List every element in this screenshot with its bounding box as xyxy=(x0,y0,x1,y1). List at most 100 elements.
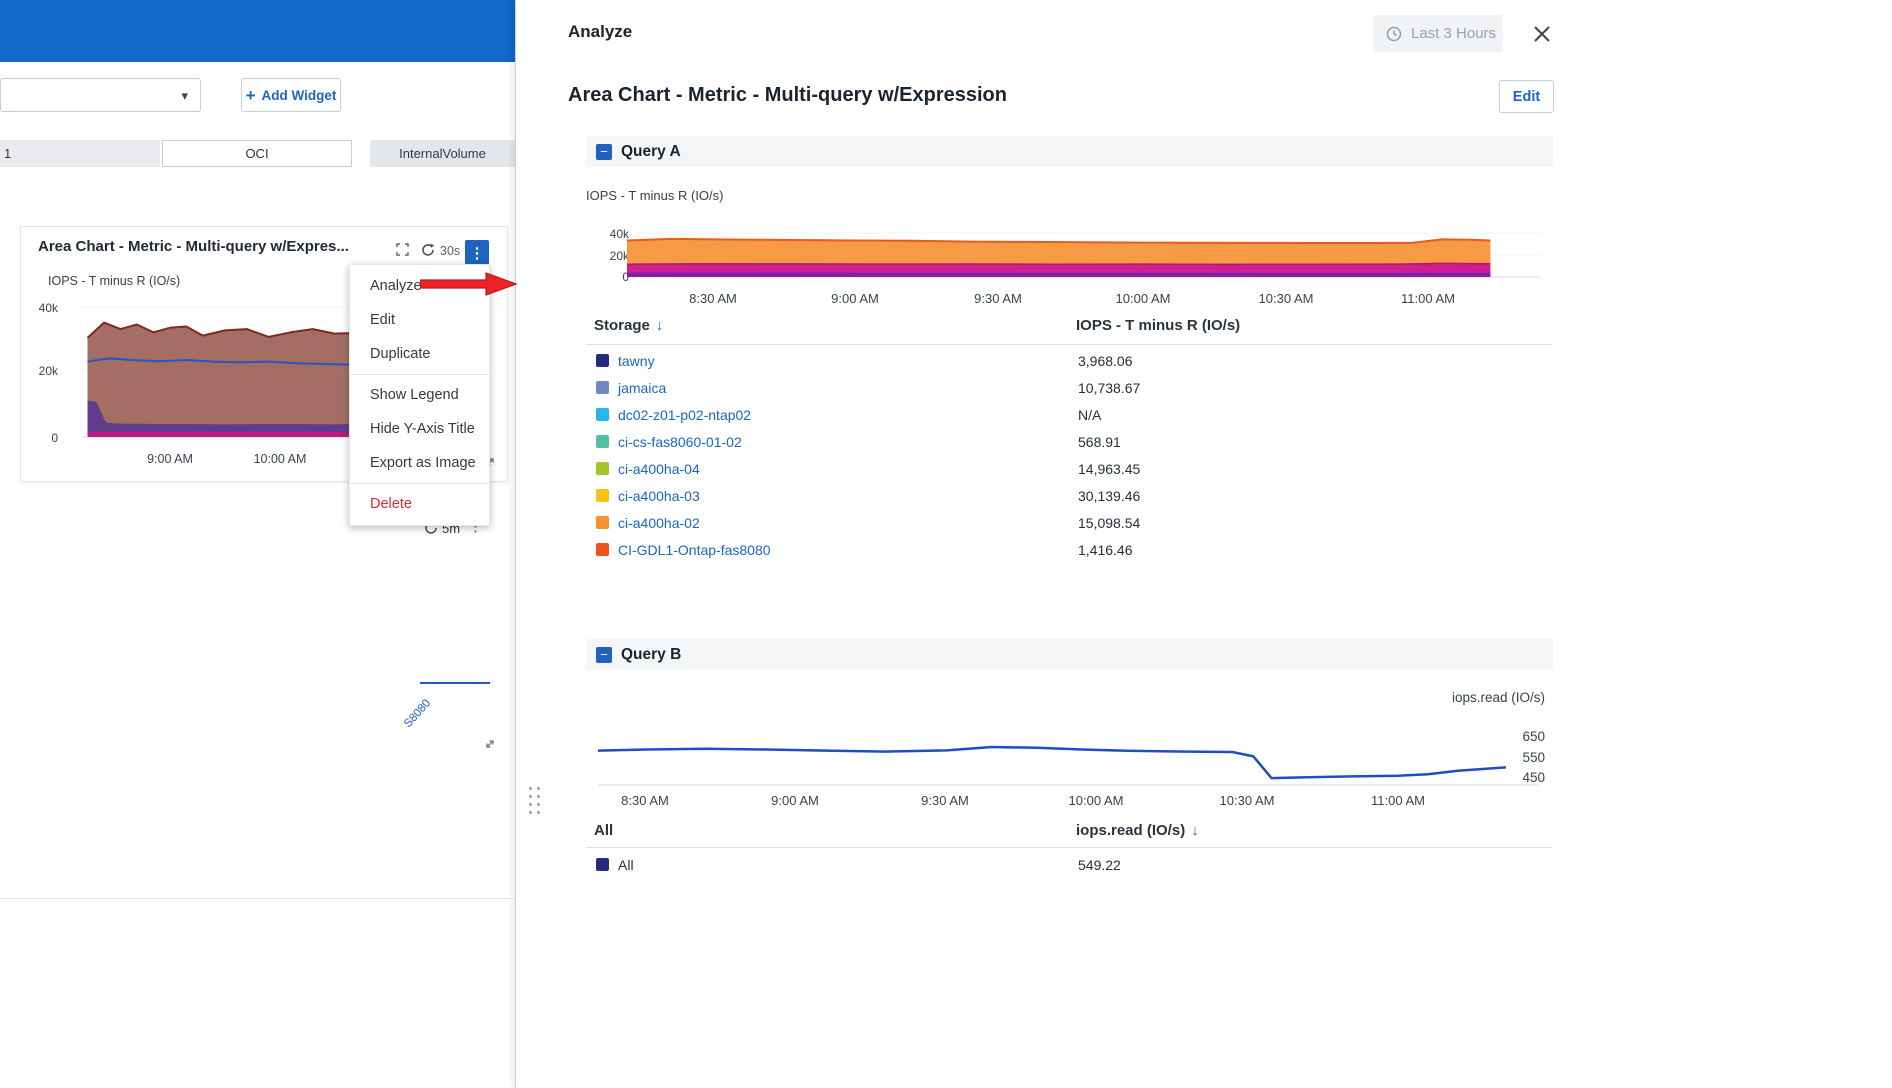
table-row: ci-a400ha-0330,139.46 xyxy=(586,482,1553,509)
storage-link[interactable]: dc02-z01-p02-ntap02 xyxy=(618,407,1078,423)
query-a-rows: tawny3,968.06jamaica10,738.67dc02-z01-p0… xyxy=(586,347,1553,563)
top-nav-bar xyxy=(0,0,515,62)
caret-down-icon: ▾ xyxy=(181,89,188,102)
query-a-label: Query A xyxy=(621,143,681,161)
collapse-button[interactable]: − xyxy=(596,144,612,160)
query-a-header: − Query A xyxy=(586,136,1553,167)
collapse-button[interactable]: − xyxy=(596,647,612,663)
y-axis-tick: 450 xyxy=(1505,770,1545,785)
series-color-swatch xyxy=(596,462,609,475)
sort-down-icon[interactable]: ↓ xyxy=(1191,822,1199,839)
widget2-axis-label: S8080 xyxy=(402,697,433,730)
series-color-swatch xyxy=(596,435,609,448)
storage-link[interactable]: tawny xyxy=(618,353,1078,369)
query-b-chart xyxy=(586,710,1553,795)
metric-value: 14,963.45 xyxy=(1078,461,1553,477)
app-root: ▾ + Add Widget 1 OCI InternalVolume Area… xyxy=(0,0,1892,1088)
focus-mode-icon[interactable] xyxy=(396,243,409,256)
query-a-chart-title: IOPS - T minus R (IO/s) xyxy=(586,188,723,203)
column-header-iops-read[interactable]: iops.read (IO/s) ↓ xyxy=(1076,822,1199,839)
query-b-axis-label: iops.read (IO/s) xyxy=(1353,690,1545,705)
y-axis-tick: 650 xyxy=(1505,729,1545,744)
metric-value: 3,968.06 xyxy=(1078,353,1553,369)
refresh-icon[interactable] xyxy=(421,243,435,257)
x-axis-tick: 10:00 AM xyxy=(1108,291,1178,306)
filter-chip-1[interactable]: 1 xyxy=(0,140,160,167)
x-axis-tick: 11:00 AM xyxy=(1393,291,1463,306)
x-axis-tick: 10:00 AM xyxy=(1061,793,1131,808)
series-color-swatch xyxy=(596,489,609,502)
plus-icon: + xyxy=(246,87,256,104)
menu-item-delete[interactable]: Delete xyxy=(350,487,489,521)
edit-button[interactable]: Edit xyxy=(1499,80,1554,113)
x-axis-tick: 9:00 AM xyxy=(820,291,890,306)
table-row: tawny3,968.06 xyxy=(586,347,1553,374)
time-range-label: Last 3 Hours xyxy=(1411,25,1496,42)
panel-resize-handle[interactable] xyxy=(529,787,540,814)
column-header-all-label: All xyxy=(594,822,613,839)
metric-value: 10,738.67 xyxy=(1078,380,1553,396)
menu-item-duplicate[interactable]: Duplicate xyxy=(350,337,489,371)
column-header-metric[interactable]: IOPS - T minus R (IO/s) xyxy=(1076,317,1240,334)
context-menu: AnalyzeEditDuplicateShow LegendHide Y-Ax… xyxy=(349,264,490,526)
query-b-header: − Query B xyxy=(586,639,1553,670)
metric-value: N/A xyxy=(1078,407,1553,423)
close-icon xyxy=(1532,24,1552,44)
storage-link[interactable]: ci-a400ha-03 xyxy=(618,488,1078,504)
column-header-all[interactable]: All xyxy=(594,822,613,839)
close-button[interactable] xyxy=(1528,20,1556,48)
query-b-rows: All549.22 xyxy=(586,851,1553,878)
menu-item-edit[interactable]: Edit xyxy=(350,303,489,337)
time-range-button[interactable]: Last 3 Hours xyxy=(1373,15,1503,52)
widget-kebab-button[interactable]: ⋮ xyxy=(465,240,489,266)
add-widget-button[interactable]: + Add Widget xyxy=(241,78,341,112)
dashboard-selector[interactable]: ▾ xyxy=(0,78,201,112)
x-axis-tick: 8:30 AM xyxy=(678,291,748,306)
table-row: dc02-z01-p02-ntap02N/A xyxy=(586,401,1553,428)
clock-icon xyxy=(1385,25,1403,43)
table-divider xyxy=(586,344,1553,345)
series-color-swatch xyxy=(596,858,609,871)
panel-title: Analyze xyxy=(568,22,632,42)
series-color-swatch xyxy=(596,408,609,421)
menu-item-show-legend[interactable]: Show Legend xyxy=(350,378,489,412)
widget2-resize-icon[interactable] xyxy=(484,738,496,750)
filter-input-oci[interactable]: OCI xyxy=(162,140,352,167)
x-axis-tick: 10:00 AM xyxy=(245,452,315,466)
x-axis-tick: 11:00 AM xyxy=(1363,793,1433,808)
kebab-icon: ⋮ xyxy=(470,246,485,261)
storage-link[interactable]: ci-cs-fas8060-01-02 xyxy=(618,434,1078,450)
table-row: All549.22 xyxy=(586,851,1553,878)
column-header-metric-label: IOPS - T minus R (IO/s) xyxy=(1076,317,1240,334)
menu-item-export-as-image[interactable]: Export as Image xyxy=(350,446,489,480)
add-widget-label: Add Widget xyxy=(262,88,337,103)
filter-chip-internalvolume[interactable]: InternalVolume xyxy=(370,140,515,167)
y-axis-tick: 550 xyxy=(1505,750,1545,765)
storage-link[interactable]: CI-GDL1-Ontap-fas8080 xyxy=(618,542,1078,558)
refresh-interval: 30s xyxy=(440,244,460,258)
x-axis-tick: 8:30 AM xyxy=(610,793,680,808)
storage-link[interactable]: ci-a400ha-02 xyxy=(618,515,1078,531)
widget2-chart-line xyxy=(420,682,490,684)
widget-title: Area Chart - Metric - Multi-query w/Expr… xyxy=(38,238,388,255)
metric-value: 1,416.46 xyxy=(1078,542,1553,558)
menu-item-hide-y-axis-title[interactable]: Hide Y-Axis Title xyxy=(350,412,489,446)
metric-value: 15,098.54 xyxy=(1078,515,1553,531)
metric-value: 30,139.46 xyxy=(1078,488,1553,504)
storage-link[interactable]: ci-a400ha-04 xyxy=(618,461,1078,477)
storage-link[interactable]: jamaica xyxy=(618,380,1078,396)
table-row: ci-a400ha-0414,963.45 xyxy=(586,455,1553,482)
metric-value: 549.22 xyxy=(1078,857,1553,873)
table-row: CI-GDL1-Ontap-fas80801,416.46 xyxy=(586,536,1553,563)
x-axis-tick: 9:00 AM xyxy=(760,793,830,808)
menu-divider xyxy=(350,374,489,375)
series-color-swatch xyxy=(596,543,609,556)
table-row: ci-cs-fas8060-01-02568.91 xyxy=(586,428,1553,455)
x-axis-tick: 9:30 AM xyxy=(963,291,1033,306)
x-axis-tick: 9:00 AM xyxy=(135,452,205,466)
widget-heading: Area Chart - Metric - Multi-query w/Expr… xyxy=(568,84,1007,107)
sort-down-icon[interactable]: ↓ xyxy=(656,317,664,334)
left-bottom-border xyxy=(0,898,514,899)
column-header-storage[interactable]: Storage ↓ xyxy=(594,317,663,334)
column-header-iops-read-label: iops.read (IO/s) xyxy=(1076,822,1185,839)
